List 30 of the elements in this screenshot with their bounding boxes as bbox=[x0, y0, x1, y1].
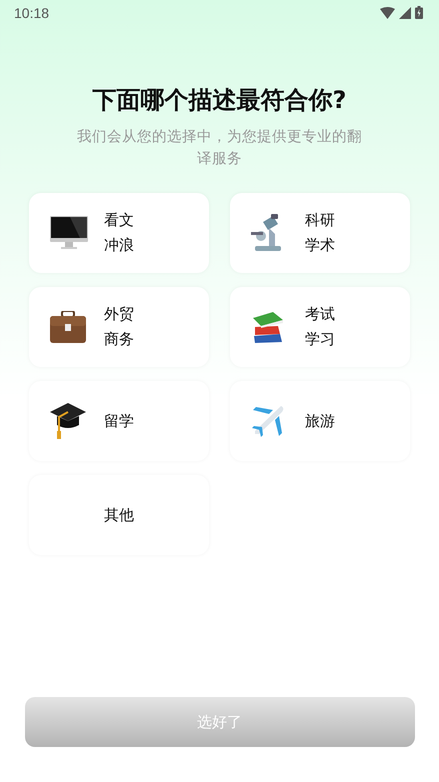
option-card[interactable]: 留学 bbox=[29, 381, 209, 461]
option-label: 留学 bbox=[104, 412, 134, 430]
option-label: 考试 bbox=[305, 305, 335, 324]
books-icon bbox=[251, 310, 285, 344]
option-label: 商务 bbox=[104, 330, 134, 349]
option-label: 旅游 bbox=[305, 412, 335, 430]
option-label: 科研 bbox=[305, 211, 335, 230]
option-card[interactable]: 旅游 bbox=[230, 381, 410, 461]
airplane-icon bbox=[251, 404, 285, 438]
battery-icon bbox=[415, 6, 423, 19]
option-card[interactable]: 其他 bbox=[29, 475, 209, 555]
briefcase-icon bbox=[50, 311, 86, 343]
signal-icon bbox=[399, 6, 411, 18]
option-label: 外贸 bbox=[104, 305, 134, 324]
option-label: 学习 bbox=[305, 330, 335, 349]
option-label: 学术 bbox=[305, 236, 335, 255]
microscope-icon bbox=[251, 214, 283, 252]
wifi-icon bbox=[380, 6, 395, 18]
status-time: 10:18 bbox=[14, 4, 50, 20]
option-label: 看文 bbox=[104, 211, 134, 230]
option-label: 其他 bbox=[104, 506, 134, 524]
subtitle: 我们会从您的选择中，为您提供更专业的翻译服务 bbox=[76, 128, 363, 169]
option-card[interactable]: 看文 冲浪 bbox=[29, 193, 209, 273]
question-title: 下面哪个描述最符合你? bbox=[92, 85, 346, 116]
option-label: 冲浪 bbox=[104, 236, 134, 255]
option-card[interactable]: 考试 学习 bbox=[230, 287, 410, 367]
option-card[interactable]: 科研 学术 bbox=[230, 193, 410, 273]
graduation-cap-icon bbox=[50, 403, 86, 439]
option-card[interactable]: 外贸 商务 bbox=[29, 287, 209, 367]
monitor-icon bbox=[50, 216, 88, 250]
